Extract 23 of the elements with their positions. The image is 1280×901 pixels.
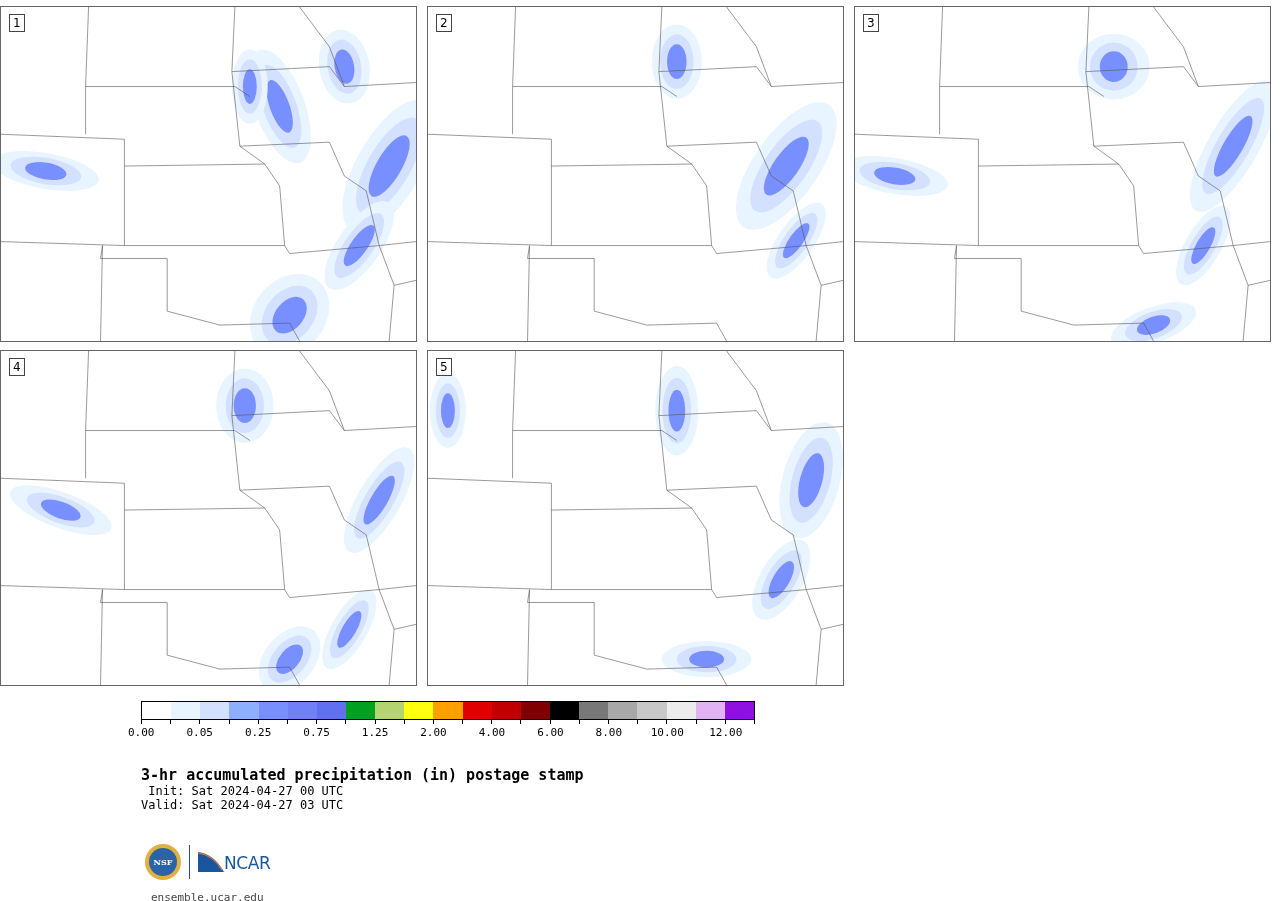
scale-label: 0.00: [127, 726, 155, 740]
scale-label: 2.00: [420, 726, 447, 740]
valid-time: Valid: Sat 2024-04-27 03 UTC: [141, 798, 344, 812]
chart-title: 3-hr accumulated precipitation (in) postage stamp: [141, 766, 584, 784]
scale-label: 12.00: [709, 726, 743, 740]
scale-label: 8.00: [595, 726, 623, 740]
panel-number: 1: [9, 14, 25, 32]
panel-number: 4: [9, 358, 25, 376]
scale-label: 10.00: [650, 726, 684, 740]
scale-label: 1.25: [361, 726, 389, 740]
logo-text: NCAR: [224, 854, 271, 872]
scale-label: 0.25: [244, 726, 272, 740]
init-time: Init: Sat 2024-04-27 00 UTC: [147, 784, 344, 798]
site-url: ensemble.ucar.edu: [151, 891, 264, 901]
panel-number: 5: [436, 358, 452, 376]
scale-label: 6.00: [537, 726, 564, 740]
panel-number: 2: [436, 14, 452, 32]
globe-logo: NSF: [145, 844, 181, 880]
scale-label: 0.05: [186, 726, 213, 740]
scale-label: 4.00: [478, 726, 506, 740]
panel-number: 3: [863, 14, 879, 32]
swoosh-icon: [198, 852, 224, 872]
scale-label: 0.75: [303, 726, 330, 740]
